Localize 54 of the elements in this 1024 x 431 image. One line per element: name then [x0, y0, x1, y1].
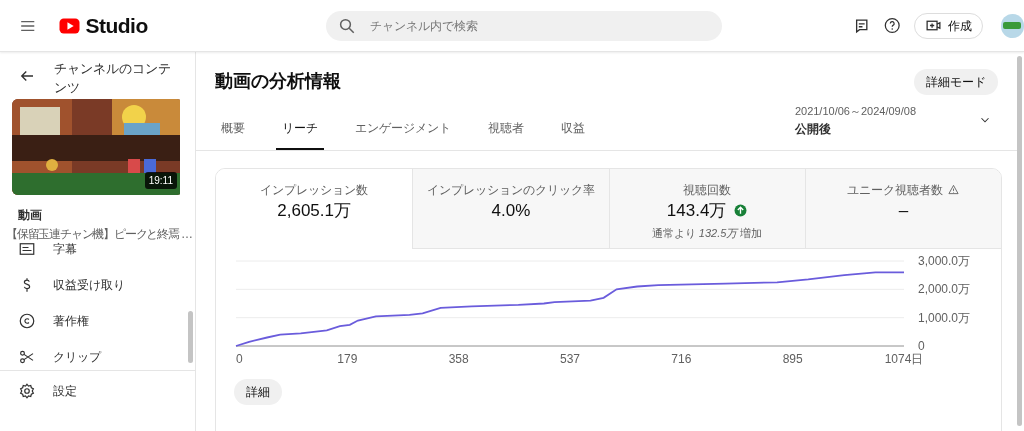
x-tick-label: 358 [448, 351, 469, 366]
y-tick-label: 0 [918, 338, 925, 353]
copyright-icon [18, 312, 36, 330]
video-title: 【保留玉連チャン機】ピークと終焉 … [6, 226, 192, 243]
section-label: 動画 [18, 207, 43, 224]
scrollbar-thumb[interactable] [1017, 56, 1022, 426]
metric-value: – [898, 199, 909, 222]
x-tick-label: 1074日 [884, 351, 924, 366]
nav-item[interactable]: 設定 [53, 382, 77, 400]
advanced-mode-button[interactable]: 詳細モード [914, 68, 998, 95]
nav-item[interactable]: 著作権 [53, 312, 89, 330]
tab[interactable]: エンゲージメント [349, 118, 457, 150]
page-title: 動画の分析情報 [215, 70, 341, 93]
metric-tab[interactable]: ユニーク視聴者数 – [804, 168, 1001, 249]
scrollbar-thumb[interactable] [188, 311, 193, 363]
nav-item[interactable]: クリップ [53, 348, 101, 366]
metric-value: 2,605.1万 [277, 199, 351, 222]
back-link[interactable]: チャンネルのコンテンツ [54, 59, 174, 97]
scissors-icon [18, 348, 36, 366]
x-tick-label: 179 [337, 351, 358, 366]
tab[interactable]: 収益 [555, 118, 591, 150]
y-tick-label: 2,000.0万 [918, 281, 971, 296]
metric-value: 143.4万 [666, 199, 727, 222]
tab[interactable]: 概要 [215, 118, 251, 150]
y-tick-label: 3,000.0万 [918, 253, 971, 268]
metric-label: インプレッションのクリック率 [426, 181, 595, 199]
metric-label: インプレッション数 [260, 181, 369, 199]
duration-badge: 19:11 [144, 172, 177, 189]
x-tick-label: 0 [236, 351, 243, 366]
details-button[interactable]: 詳細 [234, 378, 282, 405]
metric-value: 4.0% [491, 199, 531, 222]
nav-item[interactable]: 字幕 [53, 241, 77, 258]
date-range-dropdown[interactable]: 2021/10/06～2024/09/08 公開後 [794, 103, 998, 150]
y-tick-label: 1,000.0万 [918, 310, 971, 325]
subtitles-icon [18, 241, 36, 258]
metric-tab[interactable]: インプレッションのクリック率 4.0% [412, 168, 609, 249]
tab[interactable]: 視聴者 [482, 118, 530, 150]
x-tick-label: 895 [782, 351, 803, 366]
metric-tab[interactable]: 視聴回数 143.4万 通常より 132.5万 増加 [608, 168, 805, 249]
x-tick-label: 716 [671, 351, 692, 366]
metric-note: 通常より 132.5万 増加 [651, 225, 763, 241]
settings-icon [18, 382, 36, 400]
metric-label: ユニーク視聴者数 [847, 181, 944, 199]
help-icon[interactable] [883, 16, 902, 35]
avatar[interactable] [1000, 13, 1024, 38]
date-range-label: 公開後 [794, 120, 832, 138]
search-icon [337, 16, 356, 35]
search-field[interactable]: チャンネル内で検索 [325, 10, 722, 41]
nav-item[interactable]: 収益受け取り [53, 276, 125, 294]
x-tick-label: 537 [560, 351, 580, 366]
tab[interactable]: リーチ [276, 118, 324, 150]
logo-text: Studio [85, 12, 148, 39]
metric-label: 視聴回数 [683, 181, 732, 199]
date-range: 2021/10/06～2024/09/08 [794, 104, 916, 119]
